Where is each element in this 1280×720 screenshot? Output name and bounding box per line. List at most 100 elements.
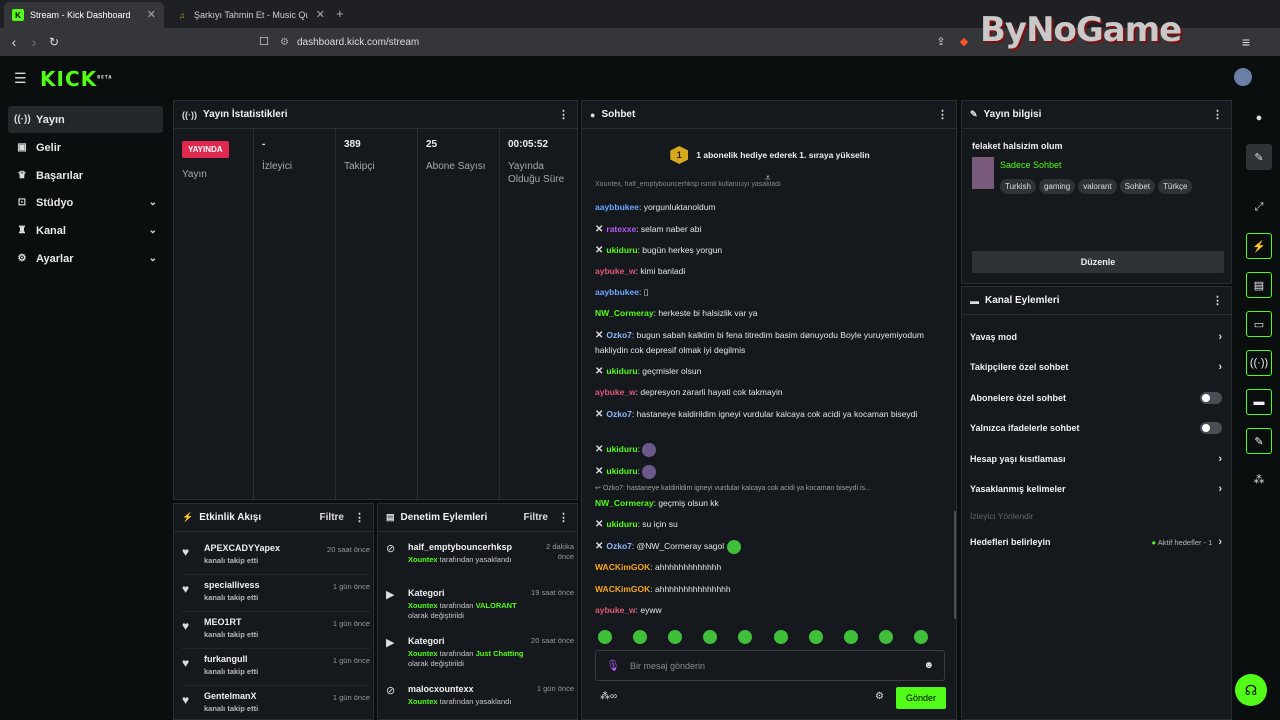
emote-icon[interactable]: [598, 630, 612, 644]
chat-username[interactable]: WACKimGOK: [595, 584, 650, 594]
emote-icon[interactable]: [703, 630, 718, 644]
chat-username[interactable]: ukiduru: [606, 466, 637, 476]
chat-input[interactable]: 🎙 Bir mesaj gönderin ☻: [595, 650, 945, 681]
more-options-icon[interactable]: ⋮: [558, 511, 569, 524]
edit-icon[interactable]: ✎: [1246, 144, 1272, 170]
banned-words-row[interactable]: Yasaklanmış kelimeler ›: [970, 474, 1222, 504]
chat-username[interactable]: NW_Cormeray: [595, 308, 654, 318]
goals-status-text: Aktif hedefler - 1: [1157, 537, 1213, 547]
site-info-icon[interactable]: ⚙: [280, 37, 289, 48]
bookmark-icon[interactable]: ☐: [256, 34, 272, 50]
kick-logo[interactable]: KICKBETA: [40, 67, 112, 91]
chat-username[interactable]: ukiduru: [606, 444, 637, 454]
subscribers-only-toggle[interactable]: [1200, 392, 1222, 404]
wrench-icon[interactable]: ✎: [1246, 428, 1272, 454]
browser-tab-music-quiz[interactable]: ♫ Şarkıyı Tahmin Et - Music Quiz - Quiz …: [168, 2, 333, 28]
emote-icon[interactable]: [843, 630, 858, 644]
moderation-name[interactable]: malocxountexx: [408, 684, 526, 694]
channel-actions-icon[interactable]: ▬: [1246, 389, 1272, 415]
chat-username[interactable]: aybuke_w: [595, 266, 636, 276]
chat-settings-icon[interactable]: ⚙: [875, 691, 884, 702]
followers-only-row[interactable]: Takipçilere özel sohbet ›: [970, 352, 1222, 382]
sidebar-item-basarilar[interactable]: ♛ Başarılar: [8, 162, 163, 189]
account-age-row[interactable]: Hesap yaşı kısıtlaması ›: [970, 444, 1222, 474]
sidebar-item-gelir[interactable]: ▣ Gelir: [8, 134, 163, 161]
emote-icon[interactable]: [773, 630, 788, 644]
emote-icon[interactable]: [808, 630, 823, 644]
activity-name[interactable]: GentelmanX: [204, 691, 258, 701]
back-icon[interactable]: ‹: [6, 34, 22, 50]
emote-icon[interactable]: [878, 630, 893, 644]
chat-username[interactable]: aybuke_w: [595, 387, 636, 397]
url-field[interactable]: ⚙ dashboard.kick.com/stream: [280, 33, 960, 51]
forward-icon[interactable]: ›: [26, 34, 42, 50]
more-options-icon[interactable]: ⋮: [1212, 108, 1223, 121]
slow-mode-row[interactable]: Yavaş mod ›: [970, 322, 1222, 352]
send-button[interactable]: Gönder: [896, 687, 946, 709]
sidebar-item-yayin[interactable]: ((·)) Yayın: [8, 106, 163, 133]
goals-row[interactable]: Hedefleri belirleyin ● Aktif hedefler - 1…: [970, 527, 1222, 557]
stream-category[interactable]: Sadece Sohbet: [1000, 160, 1062, 170]
moderation-actor[interactable]: Xountex: [408, 649, 438, 658]
brave-shield-icon[interactable]: ◆: [956, 34, 972, 50]
chat-username[interactable]: ukiduru: [606, 519, 637, 529]
chat-username[interactable]: Ozko7: [606, 409, 632, 419]
chat-username[interactable]: aybuke_w: [595, 605, 636, 615]
filter-button[interactable]: Filtre: [320, 512, 344, 523]
reload-icon[interactable]: ↻: [46, 34, 62, 50]
emote-icon[interactable]: [738, 630, 753, 644]
gift-sub-banner[interactable]: 1 1 abonelik hediye ederek 1. sıraya yük…: [582, 131, 956, 179]
chat-username[interactable]: ukiduru: [606, 366, 637, 376]
moderation-actor[interactable]: Xountex: [408, 697, 438, 706]
more-options-icon[interactable]: ⋮: [354, 511, 365, 524]
hamburger-menu-icon[interactable]: ☰: [14, 70, 27, 87]
lightning-icon[interactable]: ⚡: [1246, 233, 1272, 259]
microphone-icon[interactable]: 🎙: [606, 659, 620, 672]
chat-username[interactable]: ratexxe: [606, 224, 636, 234]
activity-name[interactable]: furkangull: [204, 654, 258, 664]
chat-username[interactable]: WACKimGOK: [595, 562, 650, 572]
chat-scrollbar[interactable]: [954, 511, 956, 619]
filter-button[interactable]: Filtre: [524, 512, 548, 523]
chat-username[interactable]: Ozko7: [606, 330, 632, 340]
user-badge-icon: ✕: [595, 330, 604, 341]
chat-username[interactable]: aaybbukee: [595, 287, 639, 297]
broadcast-icon[interactable]: ((·)): [1246, 350, 1272, 376]
moderation-actor[interactable]: Xountex: [408, 601, 438, 610]
sidebar-item-studyo[interactable]: ⊡ Stüdyo ⌄: [8, 189, 163, 216]
browser-tab-kick[interactable]: K Stream - Kick Dashboard ✕: [4, 2, 164, 28]
more-options-icon[interactable]: ⋮: [937, 108, 948, 121]
chat-username[interactable]: Ozko7: [606, 541, 632, 551]
chat-username[interactable]: ukiduru: [606, 245, 637, 255]
chat-username[interactable]: aaybbukee: [595, 202, 639, 212]
emote-icon[interactable]: [913, 630, 928, 644]
info-icon[interactable]: ●: [1246, 105, 1272, 131]
points-icon[interactable]: ⁂∞: [600, 691, 617, 702]
user-avatar[interactable]: [1234, 68, 1252, 86]
close-tab-icon[interactable]: ✕: [316, 8, 325, 22]
close-tab-icon[interactable]: ✕: [147, 8, 156, 22]
sidebar-item-kanal[interactable]: ♜ Kanal ⌄: [8, 217, 163, 244]
chat-username[interactable]: NW_Cormeray: [595, 498, 654, 508]
clipboard-icon[interactable]: ▤: [1246, 272, 1272, 298]
moderation-actor[interactable]: Xountex: [408, 555, 438, 564]
activity-name[interactable]: APEXCADYYapex: [204, 543, 280, 553]
emote-icon[interactable]: [668, 630, 683, 644]
moderation-name[interactable]: half_emptybouncerhksp: [408, 542, 526, 552]
menu-icon[interactable]: ≡: [1238, 34, 1254, 50]
emoji-icon[interactable]: ☻: [923, 660, 934, 671]
support-headset-icon[interactable]: ☊: [1235, 674, 1267, 706]
activity-name[interactable]: MEO1RT: [204, 617, 258, 627]
emote-icon[interactable]: [633, 630, 648, 644]
share-icon[interactable]: ⇪: [933, 34, 949, 50]
chat-icon[interactable]: ▭: [1246, 311, 1272, 337]
sidebar-item-ayarlar[interactable]: ⚙ Ayarlar ⌄: [8, 245, 163, 272]
expand-icon[interactable]: ⤢: [1246, 194, 1272, 220]
more-options-icon[interactable]: ⋮: [558, 108, 569, 121]
emote-only-toggle[interactable]: [1200, 422, 1222, 434]
new-tab-icon[interactable]: +: [336, 6, 344, 21]
edit-button[interactable]: Düzenle: [972, 251, 1224, 273]
more-options-icon[interactable]: ⋮: [1212, 294, 1223, 307]
add-widget-icon[interactable]: ⁂: [1246, 466, 1272, 492]
activity-name[interactable]: speciallivess: [204, 580, 260, 590]
